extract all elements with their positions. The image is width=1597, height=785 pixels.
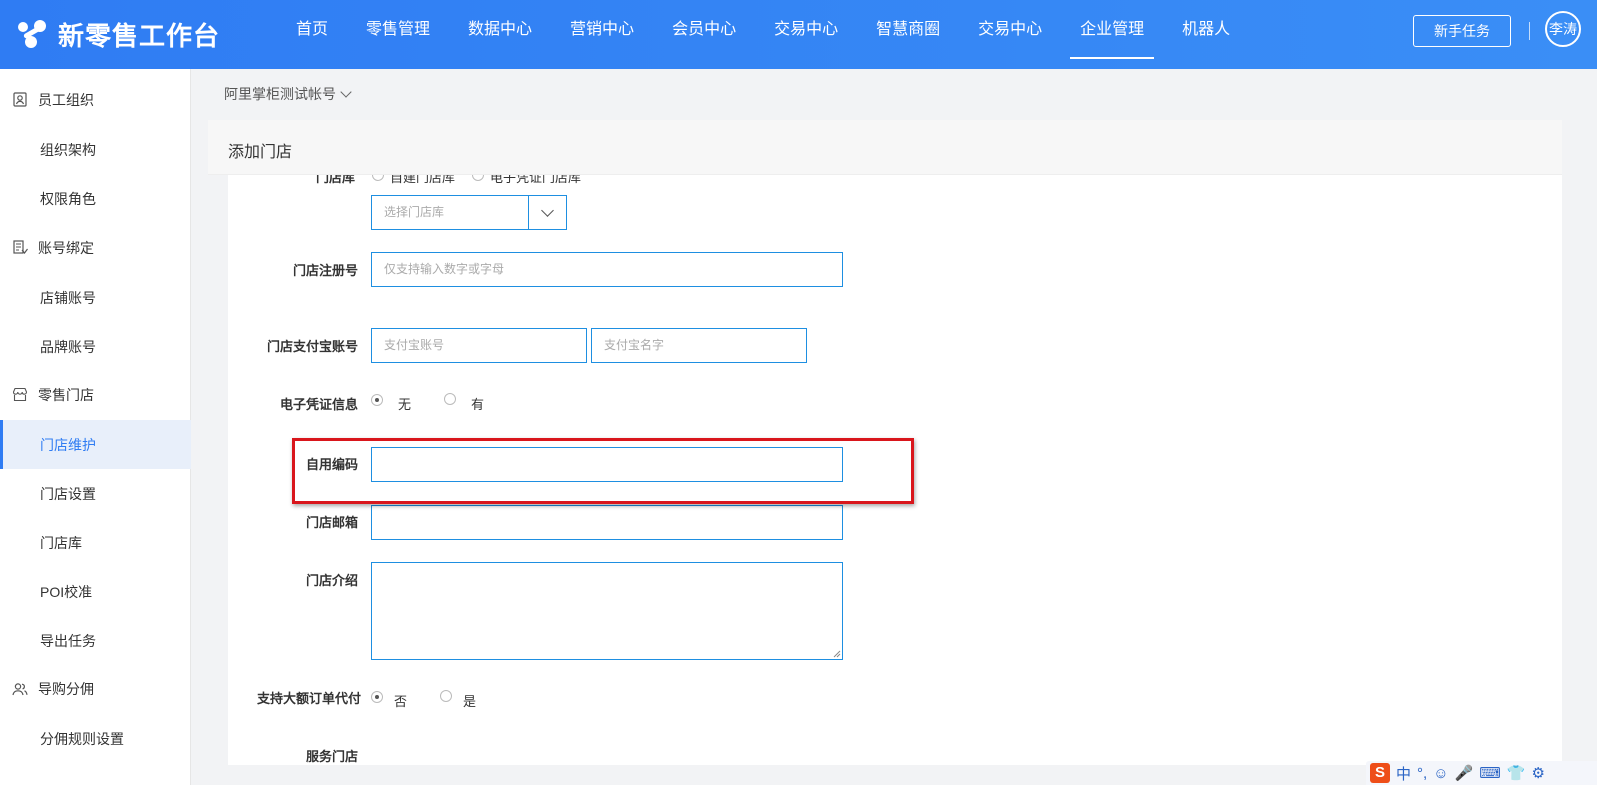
ime-voice-icon[interactable]: 🎤	[1455, 764, 1474, 782]
nav-robot[interactable]: 机器人	[1164, 0, 1248, 69]
alipay-account-input[interactable]: 支付宝账号	[371, 328, 587, 363]
person-card-icon	[12, 92, 28, 108]
sidebar-label: 导出任务	[40, 632, 96, 649]
sidebar-item-store-settings[interactable]: 门店设置	[0, 469, 191, 518]
nav-trade-2[interactable]: 交易中心	[960, 0, 1060, 69]
ime-punctuation-icon[interactable]: °,	[1417, 765, 1427, 782]
sidebar-label: 账号绑定	[38, 239, 94, 256]
ime-settings-icon[interactable]: ⚙	[1532, 764, 1545, 782]
radio-self-built-label: 自建门店库	[390, 175, 456, 185]
store-intro-label: 门店介绍	[305, 573, 358, 588]
sidebar-label: 分佣规则设置	[40, 730, 124, 747]
main-nav: 首页 零售管理 数据中心 营销中心 会员中心 交易中心 智慧商圈 交易中心 企业…	[278, 0, 1250, 69]
voucher-radio-no[interactable]	[371, 394, 383, 406]
sidebar-group-retail-store[interactable]: 零售门店	[0, 370, 191, 419]
bigpay-radio-no-label: 否	[394, 694, 408, 709]
sidebar-label: 组织架构	[40, 141, 96, 158]
sidebar-item-roles[interactable]: 权限角色	[0, 174, 191, 223]
sidebar-group-staff[interactable]: 员工组织	[0, 75, 191, 124]
resize-handle-icon[interactable]	[833, 650, 841, 658]
sidebar-label: 员工组织	[38, 91, 94, 108]
bigpay-radio-yes-label: 是	[463, 694, 477, 709]
sidebar-item-brand-account[interactable]: 品牌账号	[0, 322, 191, 371]
account-name: 阿里掌柜测试帐号	[224, 86, 336, 102]
radio-self-built[interactable]	[372, 175, 384, 181]
sogou-logo-icon[interactable]: S	[1370, 763, 1390, 783]
reg-number-label: 门店注册号	[292, 263, 358, 278]
page-title: 添加门店	[228, 144, 293, 161]
ime-keyboard-icon[interactable]: ⌨	[1479, 764, 1501, 782]
sidebar-item-export-tasks[interactable]: 导出任务	[0, 616, 191, 665]
big-order-pay-label: 支持大额订单代付	[256, 691, 361, 706]
brand-name: 新零售工作台	[58, 21, 221, 51]
radio-e-voucher[interactable]	[472, 175, 484, 181]
sidebar-item-poi-calibration[interactable]: POI校准	[0, 567, 191, 616]
sidebar-item-org-structure[interactable]: 组织架构	[0, 125, 191, 174]
chevron-down-icon	[340, 86, 352, 98]
sidebar-label: POI校准	[40, 583, 93, 600]
alipay-name-input[interactable]: 支付宝名字	[591, 328, 807, 363]
header-divider	[1529, 22, 1530, 40]
bigpay-radio-yes[interactable]	[440, 690, 452, 702]
store-email-label: 门店邮箱	[305, 515, 358, 530]
alipay-label: 门店支付宝账号	[266, 339, 358, 354]
sidebar-item-store-maintain[interactable]: 门店维护	[0, 420, 191, 469]
ime-toolbar[interactable]: S 中 °, ☺ 🎤 ⌨ 👕 ⚙	[1366, 761, 1597, 785]
store-library-placeholder: 选择门店库	[384, 205, 445, 219]
service-store-label: 服务门店	[305, 749, 358, 764]
reg-number-input[interactable]: 仅支持输入数字或字母	[371, 252, 843, 287]
sidebar-label: 导购分佣	[38, 680, 94, 697]
account-switcher[interactable]: 阿里掌柜测试帐号	[224, 84, 352, 104]
ime-skin-icon[interactable]: 👕	[1507, 764, 1526, 782]
voucher-radio-no-label: 无	[398, 397, 412, 412]
sidebar-label: 门店设置	[40, 485, 96, 502]
sidebar-item-commission-rules[interactable]: 分佣规则设置	[0, 714, 191, 763]
voucher-radio-yes-label: 有	[471, 397, 485, 412]
novice-task-button[interactable]: 新手任务	[1413, 15, 1511, 47]
top-navbar: 新零售工作台 首页 零售管理 数据中心 营销中心 会员中心 交易中心 智慧商圈 …	[0, 0, 1597, 69]
account-binding-icon	[12, 240, 28, 256]
nav-smart-district[interactable]: 智慧商圈	[858, 0, 958, 69]
store-icon	[12, 387, 28, 403]
people-icon	[12, 681, 28, 697]
logo-mark-icon	[16, 18, 50, 52]
panel-header: 添加门店	[208, 120, 1562, 175]
highlight-annotation	[292, 438, 914, 504]
store-library-label: 门店库	[316, 175, 356, 185]
sidebar-label: 店铺账号	[40, 289, 96, 306]
nav-enterprise[interactable]: 企业管理	[1062, 0, 1162, 69]
store-email-input[interactable]	[371, 505, 843, 540]
nav-data[interactable]: 数据中心	[450, 0, 550, 69]
nav-home[interactable]: 首页	[278, 0, 346, 69]
voucher-radio-yes[interactable]	[444, 393, 456, 405]
sidebar-label: 门店库	[40, 534, 82, 551]
bigpay-radio-no[interactable]	[371, 691, 383, 703]
sidebar-label: 门店维护	[40, 436, 96, 453]
ime-chinese-mode[interactable]: 中	[1396, 763, 1411, 784]
brand-logo[interactable]: 新零售工作台	[16, 16, 256, 53]
nav-trade[interactable]: 交易中心	[756, 0, 856, 69]
sidebar: 员工组织 组织架构 权限角色 账号绑定 店铺账号 品牌账号 零售门店 门店维护 …	[0, 69, 191, 785]
sidebar-label: 品牌账号	[40, 338, 96, 355]
nav-member[interactable]: 会员中心	[654, 0, 754, 69]
nav-marketing[interactable]: 营销中心	[552, 0, 652, 69]
sidebar-item-store-library[interactable]: 门店库	[0, 518, 191, 567]
sidebar-label: 零售门店	[38, 386, 94, 403]
sidebar-item-shop-account[interactable]: 店铺账号	[0, 273, 191, 322]
store-library-select[interactable]: 选择门店库	[371, 195, 567, 230]
store-intro-textarea[interactable]	[371, 562, 843, 660]
user-avatar[interactable]: 李涛	[1545, 11, 1581, 47]
sidebar-group-guide-commission[interactable]: 导购分佣	[0, 664, 191, 713]
radio-e-voucher-label: 电子凭证门店库	[490, 175, 582, 185]
sidebar-group-account-binding[interactable]: 账号绑定	[0, 223, 191, 272]
nav-retail[interactable]: 零售管理	[348, 0, 448, 69]
sidebar-label: 权限角色	[40, 190, 96, 207]
chevron-down-icon[interactable]	[528, 196, 566, 229]
voucher-label: 电子凭证信息	[279, 397, 358, 412]
ime-emoji-icon[interactable]: ☺	[1433, 765, 1448, 782]
